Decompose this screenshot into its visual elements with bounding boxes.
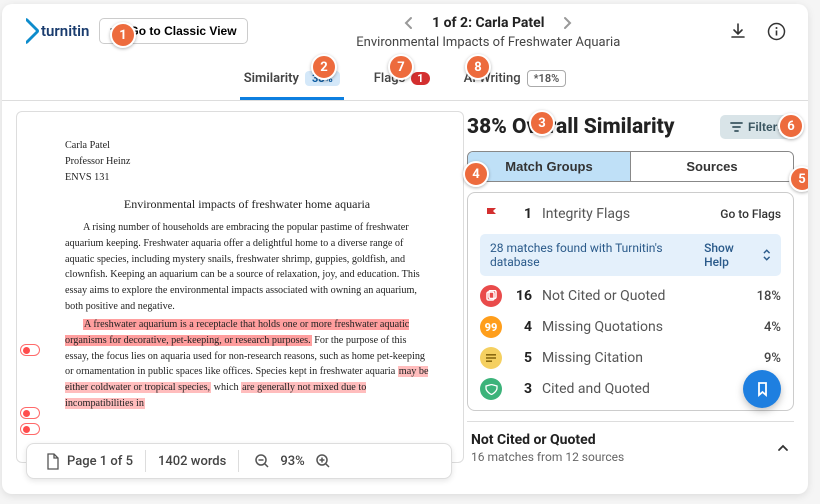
section-title: Not Cited or Quoted [471,432,624,448]
go-to-flags-link[interactable]: Go to Flags [720,207,781,221]
brand-logo: turnitin [16,21,89,41]
zoom-in-button[interactable] [312,450,334,472]
document-pane: Carla Patel Professor Heinz ENVS 131 Env… [2,101,464,483]
row-label: Not Cited or Quoted [542,288,747,304]
seg-sources[interactable]: Sources [631,152,793,181]
brand-mark-icon [12,17,40,45]
doc-body: A rising number of households are embrac… [65,220,429,412]
bookmark-fab[interactable] [743,370,781,408]
document-footer: Page 1 of 5 1402 words 93% [26,443,452,479]
flag-icon [480,203,502,225]
nav-title: 1 of 2: Carla Patel [432,15,544,31]
seg-match-groups[interactable]: Match Groups [468,152,631,181]
match-group-row[interactable]: 16 Not Cited or Quoted 18% [480,285,781,307]
info-button[interactable] [767,22,786,41]
doc-paragraph: A rising number of households are embrac… [65,220,429,315]
segment-control: Match Groups Sources [467,151,794,182]
callout-6: 6 [778,113,804,139]
show-help-toggle[interactable]: Show Help [704,241,771,269]
page-icon [45,453,60,470]
next-button[interactable] [558,12,576,34]
cited-quoted-icon [480,378,502,400]
row-count: 4 [512,319,532,335]
filter-icon [730,121,743,133]
callout-3: 3 [529,110,555,136]
row-count: 3 [512,381,532,397]
missing-citation-icon [480,347,502,369]
prev-button[interactable] [400,12,418,34]
callout-4: 4 [463,161,489,187]
callout-8: 8 [465,54,491,80]
callout-1: 1 [110,22,136,48]
info-text: 28 matches found with Turnitin's databas… [490,241,704,269]
row-pct: 4% [764,320,781,335]
callout-2: 2 [311,54,337,80]
download-button[interactable] [729,22,747,40]
matches-info-bar: 28 matches found with Turnitin's databas… [480,234,781,276]
doc-course: ENVS 131 [65,170,429,186]
row-label: Cited and Quoted [542,381,754,397]
row-count: 5 [512,350,532,366]
missing-quotes-icon: 99 [480,316,502,338]
nav-subtitle: Environmental Impacts of Freshwater Aqua… [356,35,620,50]
row-pct: 18% [757,289,781,304]
row-count: 16 [512,288,532,304]
doc-title: Environmental impacts of freshwater home… [65,195,429,214]
page-indicator: Page 1 of 5 [67,454,133,469]
match-marker[interactable] [20,344,40,356]
callout-7: 7 [388,54,414,80]
doc-author: Carla Patel [65,138,429,154]
tab-similarity-label: Similarity [244,71,299,86]
row-pct: 9% [764,351,781,366]
ai-badge: *18% [527,70,567,87]
similarity-panel: 38% Overall Similarity Filters Match Gro… [464,101,808,483]
match-marker[interactable] [20,423,40,435]
doc-paragraph: A freshwater aquarium is a receptacle th… [65,317,429,412]
row-label: Missing Quotations [542,319,754,335]
match-marker[interactable] [20,407,40,419]
brand-name: turnitin [41,22,89,40]
match-group-row[interactable]: 3 Cited and Quoted 7% [480,378,781,400]
overall-similarity-title: 38% Overall Similarity [467,115,675,139]
document-header: Carla Patel Professor Heinz ENVS 131 [65,138,429,185]
integrity-flags-row[interactable]: 1 Integrity Flags Go to Flags [480,203,781,225]
zoom-out-button[interactable] [251,450,273,472]
section-subtitle: 16 matches from 12 sources [471,450,624,464]
zoom-level: 93% [280,454,304,469]
word-count: 1402 words [158,454,226,469]
flags-label: Integrity Flags [542,206,710,222]
match-group-row[interactable]: 99 4 Missing Quotations 4% [480,316,781,338]
chevron-up-icon [776,443,790,453]
match-groups-panel: 1 Integrity Flags Go to Flags 28 matches… [467,192,794,411]
row-label: Missing Citation [542,350,754,366]
doc-professor: Professor Heinz [65,154,429,170]
flags-badge: 1 [411,72,429,85]
section-header[interactable]: Not Cited or Quoted 16 matches from 12 s… [467,421,794,468]
document-viewer[interactable]: Carla Patel Professor Heinz ENVS 131 Env… [16,111,464,463]
match-group-row[interactable]: 5 Missing Citation 9% [480,347,781,369]
flags-count: 1 [512,206,532,222]
nav-center: 1 of 2: Carla Patel Environmental Impact… [258,12,719,50]
classic-view-label: Go to Classic View [129,24,236,38]
callout-5: 5 [789,166,808,192]
not-cited-icon [480,285,502,307]
